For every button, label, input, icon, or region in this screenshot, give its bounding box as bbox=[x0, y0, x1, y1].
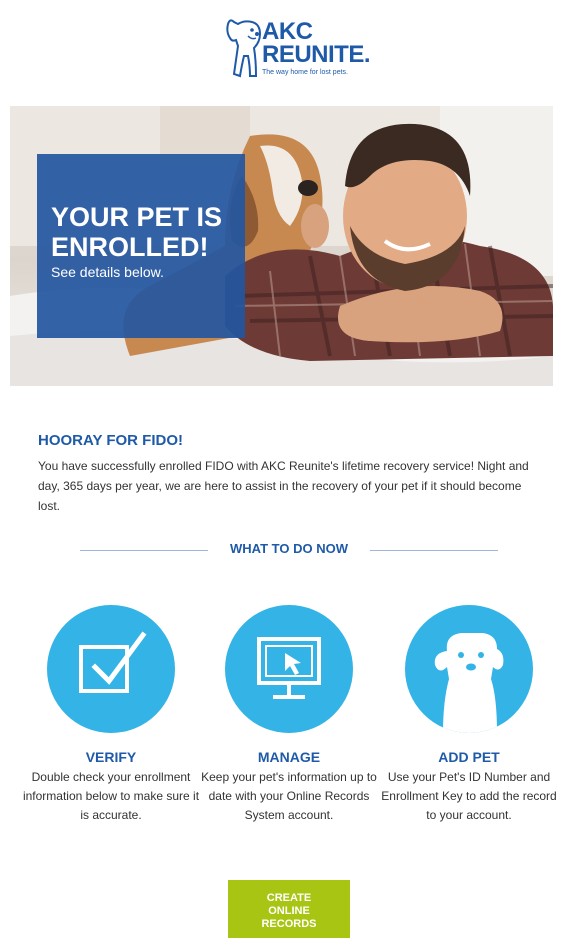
hero-overlay-box: YOUR PET IS ENROLLED! See details below. bbox=[37, 154, 245, 338]
cta-label-line1: CREATE bbox=[266, 891, 312, 904]
dog-silhouette-icon bbox=[434, 633, 504, 733]
cta-label-line3: RECORDS bbox=[261, 917, 317, 930]
message-body: You have successfully enrolled FIDO with… bbox=[38, 459, 529, 513]
section-title: WHAT TO DO NOW bbox=[230, 541, 348, 556]
email-header: AKC REUNITE. The way home for lost pets. bbox=[0, 0, 563, 96]
verify-circle bbox=[47, 605, 175, 733]
akc-reunite-logo[interactable]: AKC REUNITE. The way home for lost pets. bbox=[226, 16, 371, 82]
create-online-records-button[interactable]: CREATE ONLINE RECORDS bbox=[228, 880, 350, 938]
checkbox-icon bbox=[79, 631, 147, 693]
add-pet-circle bbox=[405, 605, 533, 733]
hero-headline: YOUR PET IS ENROLLED! bbox=[51, 202, 223, 262]
manage-circle bbox=[225, 605, 353, 733]
add-pet-description: Use your Pet's ID Number and Enrollment … bbox=[381, 770, 557, 822]
verify-description: Double check your enrollment information… bbox=[22, 770, 200, 822]
hero-banner: YOUR PET IS ENROLLED! See details below. bbox=[10, 106, 553, 386]
cta-label-line2: ONLINE bbox=[268, 904, 310, 917]
logo-tagline: The way home for lost pets. bbox=[262, 69, 348, 76]
hero-subtext: See details below. bbox=[51, 264, 164, 280]
verify-title: VERIFY bbox=[85, 749, 137, 765]
logo-wordmark-reunite: REUNITE. bbox=[262, 41, 371, 68]
section-divider-left bbox=[80, 550, 208, 551]
monitor-cursor-icon bbox=[257, 637, 321, 699]
section-divider-right bbox=[370, 550, 498, 551]
manage-description: Keep your pet's information up to date w… bbox=[201, 770, 377, 822]
manage-title: MANAGE bbox=[257, 749, 321, 765]
message-title: HOORAY FOR FIDO! bbox=[38, 432, 184, 449]
add-pet-title: ADD PET bbox=[438, 749, 500, 765]
dog-logo-icon bbox=[226, 19, 262, 78]
